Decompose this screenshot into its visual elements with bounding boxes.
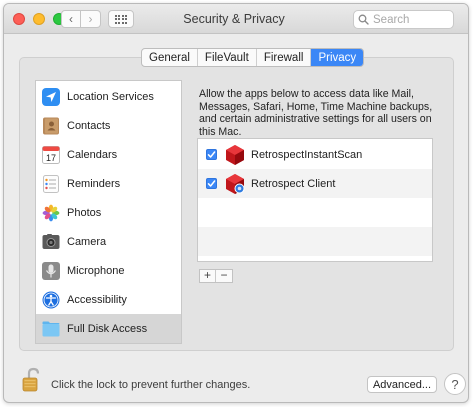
calendar-icon: 17	[42, 145, 60, 164]
tab-privacy[interactable]: Privacy	[311, 49, 364, 66]
grid-icon	[114, 14, 128, 24]
sidebar-item-label: Contacts	[67, 119, 111, 132]
sidebar-item-full-disk-access[interactable]: Full Disk Access	[36, 314, 181, 343]
list-item[interactable]: RetrospectInstantScan	[198, 140, 432, 169]
accessibility-icon	[42, 291, 60, 309]
lock-status-text: Click the lock to prevent further change…	[51, 379, 251, 391]
search-field[interactable]	[353, 10, 454, 29]
back-button[interactable]: ‹	[61, 10, 81, 28]
sidebar-item-location-services[interactable]: Location Services	[36, 82, 181, 111]
sidebar-item-calendars[interactable]: 17 Calendars	[36, 140, 181, 169]
search-icon	[358, 14, 369, 25]
sidebar-item-contacts[interactable]: Contacts	[36, 111, 181, 140]
sidebar-item-reminders[interactable]: Reminders	[36, 169, 181, 198]
tab-bar: General FileVault Firewall Privacy	[141, 48, 365, 67]
remove-app-button[interactable]: −	[216, 269, 232, 282]
sidebar-item-photos[interactable]: Photos	[36, 198, 181, 227]
help-button[interactable]: ?	[444, 373, 466, 395]
checkmark-icon	[207, 151, 216, 158]
sidebar-item-label: Reminders	[67, 177, 121, 190]
close-window-button[interactable]	[13, 13, 25, 25]
sidebar-item-label: Full Disk Access	[67, 322, 148, 335]
sidebar-item-label: Microphone	[67, 264, 125, 277]
chevron-left-icon: ‹	[69, 12, 73, 26]
retrospect-client-icon	[224, 173, 246, 195]
empty-row	[198, 227, 432, 256]
contacts-book-icon	[42, 117, 60, 135]
advanced-button[interactable]: Advanced...	[367, 376, 437, 393]
search-input[interactable]	[373, 13, 453, 26]
reminders-list-icon	[42, 174, 60, 193]
forward-button[interactable]: ›	[81, 10, 101, 28]
microphone-icon	[42, 261, 60, 280]
app-name: RetrospectInstantScan	[251, 148, 363, 161]
list-controls: + −	[199, 269, 233, 283]
folder-icon	[42, 320, 60, 338]
empty-row	[198, 198, 432, 227]
app-checkbox[interactable]	[206, 178, 217, 189]
sidebar-item-label: Photos	[67, 206, 102, 219]
camera-icon	[42, 233, 60, 251]
minimize-window-button[interactable]	[33, 13, 45, 25]
checkmark-icon	[207, 180, 216, 187]
app-checkbox[interactable]	[206, 149, 217, 160]
svg-text:17: 17	[46, 153, 56, 163]
title-bar: ‹ › Security & Privacy	[4, 4, 468, 34]
sidebar-item-camera[interactable]: Camera	[36, 227, 181, 256]
location-arrow-icon	[42, 87, 60, 106]
tab-filevault[interactable]: FileVault	[198, 49, 257, 66]
sidebar-item-microphone[interactable]: Microphone	[36, 256, 181, 285]
show-all-button[interactable]	[108, 10, 134, 28]
sidebar-item-label: Accessibility	[67, 293, 127, 306]
app-list: RetrospectInstantScan Retrospect Client	[197, 138, 433, 262]
privacy-category-list: Location Services Contacts 17 Calendars …	[35, 80, 182, 344]
sidebar-item-accessibility[interactable]: Accessibility	[36, 285, 181, 314]
add-app-button[interactable]: +	[200, 269, 216, 282]
sidebar-item-label: Calendars	[67, 148, 118, 161]
list-item[interactable]: Retrospect Client	[198, 169, 432, 198]
photos-flower-icon	[42, 204, 60, 222]
preferences-window: ‹ › Security & Privacy General FileVault…	[3, 3, 469, 403]
retrospect-cube-icon	[224, 144, 246, 166]
chevron-right-icon: ›	[88, 12, 93, 26]
privacy-description: Allow the apps below to access data like…	[199, 88, 433, 138]
tab-general[interactable]: General	[142, 49, 198, 66]
unlocked-padlock-icon[interactable]	[22, 367, 44, 393]
tab-firewall[interactable]: Firewall	[257, 49, 312, 66]
window-title: Security & Privacy	[183, 12, 285, 26]
sidebar-item-label: Location Services	[67, 90, 154, 103]
sidebar-item-label: Camera	[67, 235, 107, 248]
app-name: Retrospect Client	[251, 177, 336, 190]
